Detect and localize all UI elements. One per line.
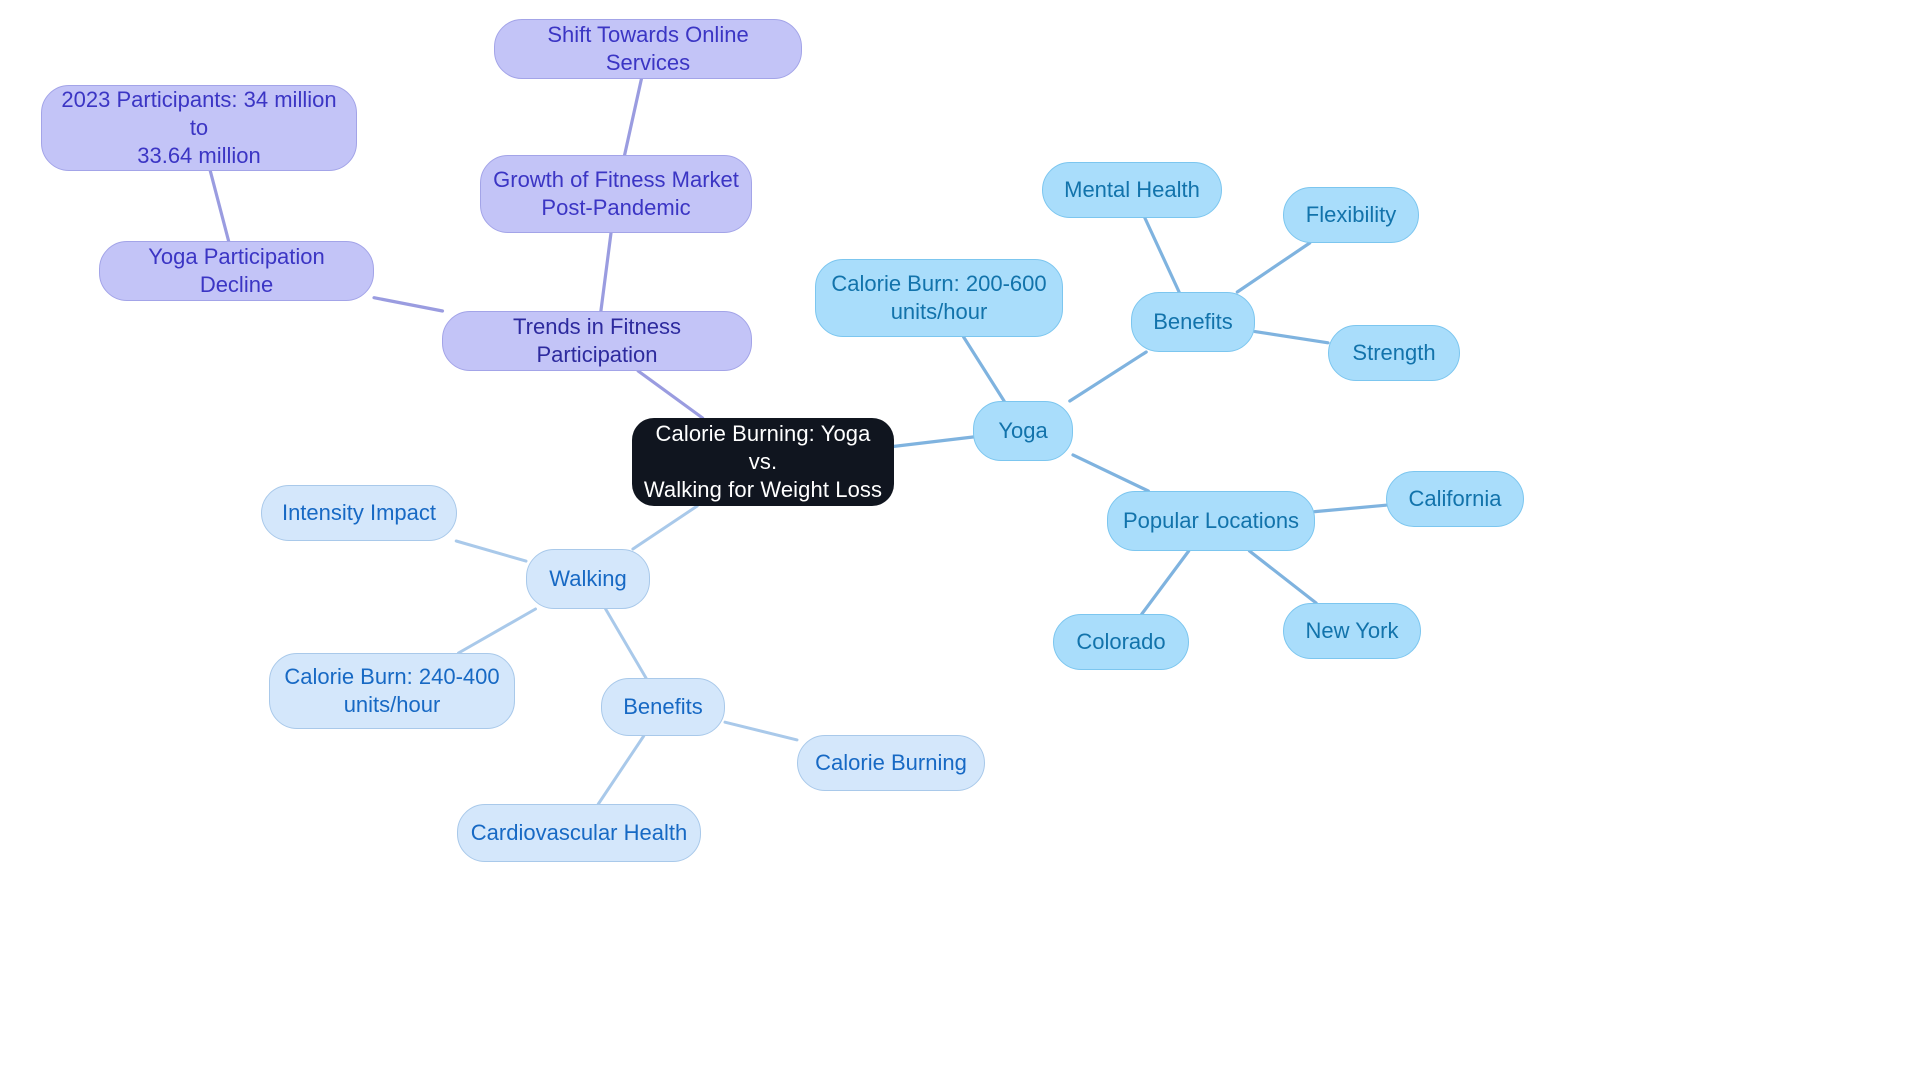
mindmap-edge-walking-benefits-to-calorie-burning — [723, 720, 799, 742]
mindmap-node-walking[interactable]: Walking — [526, 549, 650, 609]
mindmap-edge-yoga-benefits-to-flexibility — [1235, 241, 1312, 294]
mindmap-node-walking-calories[interactable]: Calorie Burn: 240-400 units/hour — [269, 653, 515, 729]
mindmap-edge-yoga-to-yoga-calories — [961, 335, 1006, 403]
mindmap-node-yoga-decline[interactable]: Yoga Participation Decline — [99, 241, 374, 301]
mindmap-node-yoga-benefits[interactable]: Benefits — [1131, 292, 1255, 352]
mindmap-node-yoga[interactable]: Yoga — [973, 401, 1073, 461]
mindmap-node-colorado[interactable]: Colorado — [1053, 614, 1189, 670]
mindmap-node-yoga-calories[interactable]: Calorie Burn: 200-600 units/hour — [815, 259, 1063, 337]
mindmap-node-root[interactable]: Calorie Burning: Yoga vs. Walking for We… — [632, 418, 894, 506]
mindmap-edge-yoga-decline-to-participants-2023 — [208, 169, 231, 243]
mindmap-edge-market-growth-to-online-shift — [622, 77, 644, 157]
mindmap-node-trends[interactable]: Trends in Fitness Participation — [442, 311, 752, 371]
mindmap-edge-root-to-trends — [636, 369, 705, 420]
mindmap-node-walking-benefits[interactable]: Benefits — [601, 678, 725, 736]
mindmap-edge-yoga-benefits-to-mental-health — [1143, 216, 1181, 294]
mindmap-node-calorie-burning[interactable]: Calorie Burning — [797, 735, 985, 791]
mindmap-edge-yoga-benefits-to-strength — [1253, 330, 1330, 345]
mindmap-edge-popular-locations-to-california — [1313, 503, 1388, 514]
mindmap-edge-root-to-walking — [631, 504, 699, 551]
mindmap-edge-trends-to-market-growth — [599, 231, 613, 313]
mindmap-node-popular-locations[interactable]: Popular Locations — [1107, 491, 1315, 551]
mindmap-edge-yoga-to-popular-locations — [1071, 453, 1150, 493]
mindmap-node-california[interactable]: California — [1386, 471, 1524, 527]
mindmap-node-strength[interactable]: Strength — [1328, 325, 1460, 381]
mindmap-node-participants-2023[interactable]: 2023 Participants: 34 million to 33.64 m… — [41, 85, 357, 171]
mindmap-edge-root-to-yoga — [892, 435, 975, 448]
mindmap-canvas: Calorie Burning: Yoga vs. Walking for We… — [0, 0, 1920, 1083]
mindmap-node-new-york[interactable]: New York — [1283, 603, 1421, 659]
mindmap-node-intensity-impact[interactable]: Intensity Impact — [261, 485, 457, 541]
mindmap-edge-walking-to-walking-calories — [457, 607, 537, 655]
mindmap-node-online-shift[interactable]: Shift Towards Online Services — [494, 19, 802, 79]
mindmap-edge-yoga-to-yoga-benefits — [1068, 350, 1148, 403]
mindmap-edge-trends-to-yoga-decline — [372, 296, 445, 313]
mindmap-node-mental-health[interactable]: Mental Health — [1042, 162, 1222, 218]
mindmap-edge-walking-to-intensity-impact — [454, 539, 528, 563]
mindmap-edge-walking-benefits-to-cardiovascular-health — [596, 734, 646, 806]
mindmap-node-cardiovascular-health[interactable]: Cardiovascular Health — [457, 804, 701, 862]
mindmap-edge-popular-locations-to-colorado — [1140, 549, 1191, 616]
mindmap-edge-walking-to-walking-benefits — [604, 607, 648, 680]
mindmap-node-market-growth[interactable]: Growth of Fitness Market Post-Pandemic — [480, 155, 752, 233]
mindmap-node-flexibility[interactable]: Flexibility — [1283, 187, 1419, 243]
mindmap-edge-popular-locations-to-new-york — [1247, 549, 1318, 605]
